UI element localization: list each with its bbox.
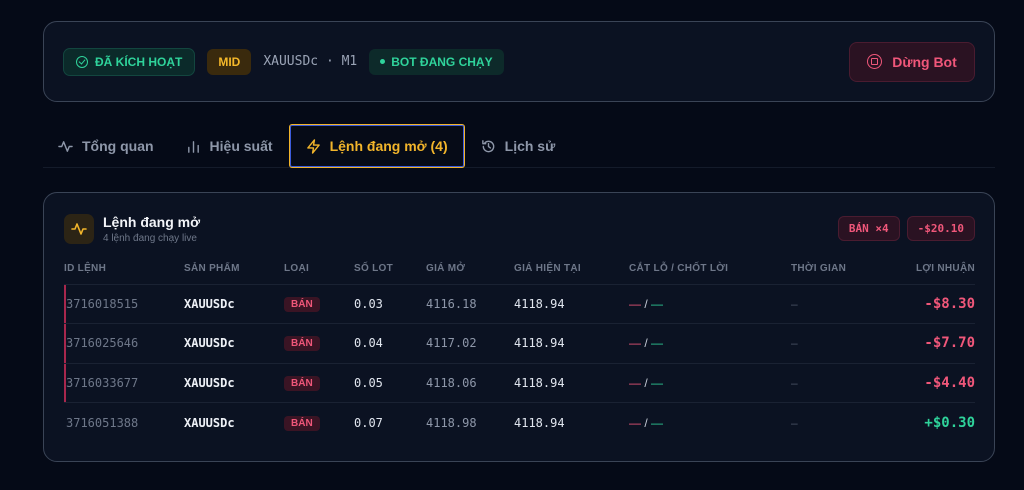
order-open-price: 4116.18: [426, 284, 514, 324]
col-time: THỜI GIAN: [791, 254, 881, 285]
tab-performance[interactable]: Hiệu suất: [170, 124, 289, 168]
card-header: Lệnh đang mở 4 lệnh đang chạy live: [64, 214, 200, 244]
tab-overview[interactable]: Tổng quan: [43, 124, 170, 168]
col-open-price: GIÁ MỞ: [426, 254, 514, 285]
order-symbol: XAUUSDc: [184, 284, 284, 324]
order-lot: 0.04: [354, 323, 426, 364]
tab-performance-label: Hiệu suất: [209, 138, 273, 154]
order-id: 3716051388: [66, 415, 139, 430]
table-row[interactable]: 3716025646 XAUUSDc BÁN 0.04 4117.02 4118…: [64, 323, 975, 364]
order-lot: 0.03: [354, 284, 426, 324]
table-row[interactable]: 3716051388 XAUUSDc BÁN 0.07 4118.98 4118…: [64, 403, 975, 443]
stop-loss: —: [629, 375, 641, 390]
order-time: –: [791, 415, 798, 430]
table-row[interactable]: 3716033677 XAUUSDc BÁN 0.05 4118.06 4118…: [64, 363, 975, 403]
order-type-badge: BÁN: [284, 296, 320, 312]
order-sl-tp: — / —: [629, 415, 664, 430]
tab-history-label: Lịch sử: [504, 138, 556, 154]
tab-history[interactable]: Lịch sử: [465, 124, 572, 168]
col-profit: LỢI NHUẬN: [881, 254, 975, 285]
bot-status-card: ĐÃ KÍCH HOẠT MID XAUUSDc · M1 BOT ĐANG C…: [43, 21, 995, 102]
order-lot: 0.05: [354, 363, 426, 403]
bot-running-badge: BOT ĐANG CHẠY: [369, 48, 504, 75]
col-sl-tp: CẮT LỖ / CHỐT LỜI: [629, 254, 791, 285]
order-symbol: XAUUSDc: [184, 363, 284, 403]
order-open-price: 4117.02: [426, 323, 514, 364]
order-time: –: [791, 363, 881, 403]
tab-open-orders-label: Lệnh đang mở (4): [329, 138, 448, 154]
order-profit: -$4.40: [881, 363, 975, 403]
order-current-price: 4118.94: [514, 284, 629, 324]
order-sl-tp: — / —: [629, 363, 791, 403]
activated-label: ĐÃ KÍCH HOẠT: [95, 54, 183, 69]
stop-loss: —: [629, 336, 641, 351]
order-time: –: [791, 323, 881, 364]
take-profit: —: [651, 296, 664, 311]
take-profit: —: [651, 336, 664, 351]
stop-bot-button[interactable]: Dừng Bot: [849, 41, 975, 82]
tab-open-orders[interactable]: Lệnh đang mở (4): [288, 124, 465, 168]
card-subtitle: 4 lệnh đang chạy live: [103, 233, 197, 244]
order-profit: -$7.70: [881, 323, 975, 364]
bot-running-label: BOT ĐANG CHẠY: [391, 54, 493, 69]
order-type-badge: BÁN: [284, 375, 320, 391]
order-profit: +$0.30: [924, 414, 975, 431]
stop-circle-icon: [867, 54, 883, 69]
card-title: Lệnh đang mở: [103, 214, 201, 230]
take-profit: —: [651, 415, 664, 430]
order-current-price: 4118.94: [514, 415, 565, 430]
order-id: 3716025646: [64, 323, 184, 364]
pulse-icon: [64, 214, 94, 244]
tab-bar: Tổng quan Hiệu suất Lệnh đang mở (4) Lịc…: [43, 124, 995, 168]
col-lot: SỐ LOT: [354, 254, 426, 285]
level-badge: MID: [207, 48, 252, 75]
order-symbol: XAUUSDc: [184, 415, 235, 430]
order-id: 3716033677: [64, 363, 184, 403]
order-lot: 0.07: [354, 415, 383, 430]
order-open-price: 4118.06: [426, 363, 514, 403]
symbol-timeframe: XAUUSDc · M1: [263, 54, 358, 69]
table-row[interactable]: 3716018515 XAUUSDc BÁN 0.03 4116.18 4118…: [64, 284, 975, 324]
order-current-price: 4118.94: [514, 363, 629, 403]
order-current-price: 4118.94: [514, 323, 629, 364]
order-symbol: XAUUSDc: [184, 323, 284, 364]
stop-loss: —: [629, 415, 641, 430]
history-icon: [481, 139, 494, 152]
col-product: SẢN PHẨM: [184, 254, 284, 285]
status-dot-icon: [380, 59, 386, 64]
stop-bot-label: Dừng Bot: [892, 53, 957, 70]
take-profit: —: [651, 375, 664, 390]
order-id: 3716018515: [64, 284, 184, 324]
table-header-row: ID LỆNH SẢN PHẨM LOẠI SỐ LOT GIÁ MỞ GIÁ …: [64, 254, 975, 285]
order-type-badge: BÁN: [284, 336, 320, 352]
order-profit: -$8.30: [881, 284, 975, 324]
check-circle-icon: [76, 55, 88, 68]
lightning-icon: [306, 138, 320, 154]
activated-badge: ĐÃ KÍCH HOẠT: [63, 47, 196, 76]
activity-icon: [58, 140, 73, 152]
order-sl-tp: — / —: [629, 323, 791, 364]
sell-count-badge: BÁN ×4: [837, 216, 900, 241]
order-time: –: [791, 284, 881, 324]
col-current-price: GIÁ HIỆN TẠI: [514, 254, 629, 285]
stop-loss: —: [629, 296, 641, 311]
open-orders-table: ID LỆNH SẢN PHẨM LOẠI SỐ LOT GIÁ MỞ GIÁ …: [64, 254, 975, 442]
order-type-badge: BÁN: [284, 415, 320, 431]
open-orders-card: Lệnh đang mở 4 lệnh đang chạy live BÁN ×…: [43, 192, 995, 462]
total-pnl-badge: -$20.10: [906, 216, 975, 241]
order-open-price: 4118.98: [426, 415, 477, 430]
bar-chart-icon: [187, 140, 199, 153]
col-order-id: ID LỆNH: [64, 254, 184, 285]
order-sl-tp: — / —: [629, 284, 791, 324]
col-type: LOẠI: [284, 254, 354, 285]
tab-overview-label: Tổng quan: [82, 138, 154, 154]
